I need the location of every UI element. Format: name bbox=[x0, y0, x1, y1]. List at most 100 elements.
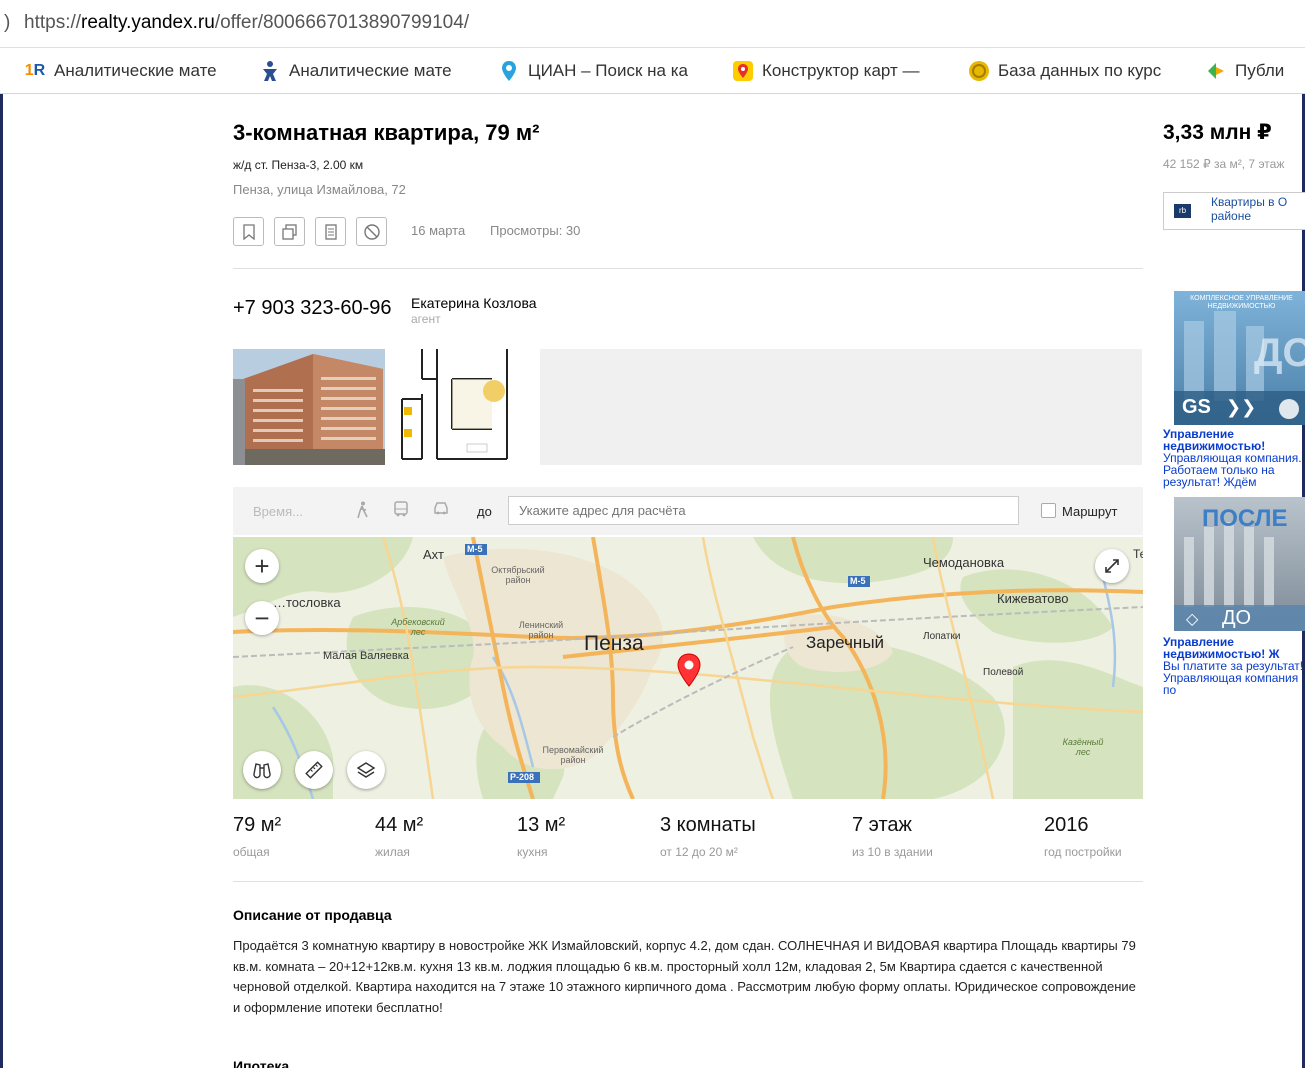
compare-button[interactable] bbox=[274, 217, 305, 246]
photo-floorplan[interactable] bbox=[392, 349, 514, 465]
bus-icon[interactable] bbox=[391, 501, 411, 521]
ad2-arrow-icon: ◇ bbox=[1186, 611, 1199, 628]
map-shield-r208: Р-208 bbox=[510, 772, 535, 782]
station-distance: ж/д ст. Пенза-3, 2.00 км bbox=[233, 158, 364, 172]
divider bbox=[233, 881, 1143, 882]
map[interactable]: М-5 М-5 Р-208 Ахт Октябрьский район Лени… bbox=[233, 537, 1143, 799]
route-bar: Время... до Маршрут bbox=[233, 487, 1143, 535]
zoom-out-button[interactable]: − bbox=[245, 601, 279, 635]
1r-logo-icon: 1R bbox=[24, 62, 46, 79]
offer-stats: 79 м² общая 44 м² жилая 13 м² кухня 3 комна… bbox=[233, 814, 1143, 864]
description-heading: Описание от продавца bbox=[233, 907, 392, 923]
ad1-top-text: КОМПЛЕКСНОЕ УПРАВЛЕНИЕ НЕДВИЖИМОСТЬЮ bbox=[1190, 295, 1293, 310]
map-label-penza: Пенза bbox=[584, 632, 644, 655]
similar-offers-button[interactable]: rb Квартиры в О районе bbox=[1163, 192, 1305, 230]
figure-logo-icon bbox=[259, 60, 281, 82]
block-icon bbox=[363, 223, 380, 240]
agent-role: агент bbox=[411, 312, 441, 326]
coin-icon bbox=[968, 60, 990, 82]
phone-number[interactable]: +7 903 323-60-96 bbox=[233, 297, 391, 320]
zoom-in-button[interactable]: + bbox=[245, 549, 279, 583]
url-text[interactable]: https://realty.yandex.ru/offer/800666701… bbox=[24, 12, 469, 34]
map-label-arbekovsky: Арбековский лес bbox=[391, 617, 445, 637]
map-label-chemodanovka: Чемодановка bbox=[923, 555, 1005, 570]
map-label-oktyabrsky: Октябрьский район bbox=[491, 565, 545, 585]
copy-icon bbox=[281, 223, 297, 240]
map-shield-m5a: М-5 bbox=[467, 544, 483, 554]
note-button[interactable] bbox=[315, 217, 346, 246]
photo-placeholder bbox=[540, 349, 1142, 465]
ad1-body: Управляющая компания. Работаем только на… bbox=[1163, 451, 1302, 489]
reload-edge: ) bbox=[4, 12, 11, 33]
bookmark-3[interactable]: ЦИАН – Поиск на ка bbox=[498, 60, 688, 82]
ad-banner-2[interactable]: ПОСЛЕ ДО ◇ bbox=[1174, 497, 1305, 631]
mortgage-heading: Ипотека bbox=[233, 1058, 290, 1068]
route-checkbox[interactable] bbox=[1041, 503, 1056, 518]
map-label-lopatki: Лопатки bbox=[923, 631, 961, 642]
offer-actions bbox=[233, 217, 387, 246]
price-per-meter: 42 152 ₽ за м², 7 этаж bbox=[1163, 157, 1285, 171]
ad2-body: Вы платите за результат! Управляющая ком… bbox=[1163, 659, 1304, 697]
map-label-kazenny: Казённый лес bbox=[1062, 737, 1104, 757]
bookmark-button[interactable] bbox=[233, 217, 264, 246]
photo-building[interactable] bbox=[233, 349, 385, 465]
divider bbox=[233, 268, 1143, 269]
offer-address[interactable]: Пенза, улица Измайлова, 72 bbox=[233, 182, 406, 197]
bookmark-6[interactable]: Публи bbox=[1205, 60, 1284, 82]
bookmark-5[interactable]: База данных по курс bbox=[968, 60, 1161, 82]
route-address-input[interactable] bbox=[508, 496, 1019, 525]
bookmarks-bar: 1R Аналитические мате Аналитические мате… bbox=[0, 48, 1305, 94]
address-bar[interactable]: ) https://realty.yandex.ru/offer/8006667… bbox=[0, 0, 1305, 48]
stat-kitchen-area: 13 м² кухня bbox=[517, 814, 566, 859]
flag-icon bbox=[1205, 60, 1227, 82]
map-label-pervomaysky: Первомайский район bbox=[542, 745, 604, 765]
views-count: Просмотры: 30 bbox=[490, 223, 581, 238]
walk-icon[interactable] bbox=[353, 501, 373, 521]
ad1-arrows-icon: ❯❯ bbox=[1226, 397, 1257, 417]
map-label-zarechny: Заречный bbox=[806, 633, 885, 652]
time-placeholder[interactable]: Время... bbox=[253, 504, 303, 519]
route-label[interactable]: Маршрут bbox=[1062, 504, 1117, 519]
map-label-leninsky: Ленинский район bbox=[518, 620, 564, 640]
publish-date: 16 марта bbox=[411, 223, 466, 238]
map-label-ternovka: Тернов bbox=[1133, 547, 1143, 561]
panorama-button[interactable] bbox=[243, 751, 281, 789]
to-label: до bbox=[477, 504, 492, 519]
car-icon[interactable] bbox=[431, 501, 451, 521]
ad-text-1[interactable]: Управление недвижимостью! Управляющая ко… bbox=[1163, 428, 1305, 492]
bookmark-4[interactable]: Конструктор карт — bbox=[732, 60, 920, 82]
layers-button[interactable] bbox=[347, 751, 385, 789]
map-label-malaya-valyaevka: Малая Валяевка bbox=[323, 650, 409, 662]
bookmark-icon bbox=[242, 223, 255, 240]
ad1-headline[interactable]: Управление недвижимостью! bbox=[1163, 428, 1305, 452]
location-marker-icon[interactable] bbox=[677, 653, 701, 692]
ad1-logo-text: GS bbox=[1182, 396, 1211, 418]
map-pin-icon bbox=[732, 60, 754, 82]
note-icon bbox=[324, 223, 337, 240]
ad2-small-text: ДО bbox=[1222, 607, 1252, 629]
stat-total-area: 79 м² общая bbox=[233, 814, 282, 859]
ad-banner-1[interactable]: КОМПЛЕКСНОЕ УПРАВЛЕНИЕ НЕДВИЖИМОСТЬЮ ДО … bbox=[1174, 291, 1305, 425]
location-pin-icon bbox=[498, 60, 520, 82]
stat-rooms: 3 комнаты от 12 до 20 м² bbox=[660, 814, 756, 859]
bookmark-2[interactable]: Аналитические мате bbox=[259, 60, 452, 82]
stat-living-area: 44 м² жилая bbox=[375, 814, 424, 859]
description-text: Продаётся 3 комнатную квартиру в новостр… bbox=[233, 938, 1136, 1015]
ad2-headline[interactable]: Управление недвижимостью! Ж bbox=[1163, 636, 1305, 660]
map-label-polevoy: Полевой bbox=[983, 667, 1024, 678]
map-label-kizhevatovo: Кижеватово bbox=[997, 591, 1069, 606]
stat-year: 2016 год постройки bbox=[1044, 814, 1122, 859]
expand-icon bbox=[1105, 559, 1119, 573]
map-label-tolovka: …тоcловка bbox=[273, 595, 341, 610]
hide-button[interactable] bbox=[356, 217, 387, 246]
bookmark-1[interactable]: 1R Аналитические мате bbox=[24, 60, 217, 82]
ruler-icon bbox=[305, 761, 323, 779]
minus-icon: − bbox=[254, 602, 270, 633]
layers-icon bbox=[356, 762, 376, 778]
fullscreen-button[interactable] bbox=[1095, 549, 1129, 583]
map-label-ahtarsk: Ахт bbox=[423, 547, 444, 562]
ruler-button[interactable] bbox=[295, 751, 333, 789]
stat-floor: 7 этаж из 10 в здании bbox=[852, 814, 933, 859]
ad2-big-text: ПОСЛЕ bbox=[1202, 505, 1288, 532]
ad-text-2[interactable]: Управление недвижимостью! Ж Вы платите з… bbox=[1163, 636, 1305, 704]
